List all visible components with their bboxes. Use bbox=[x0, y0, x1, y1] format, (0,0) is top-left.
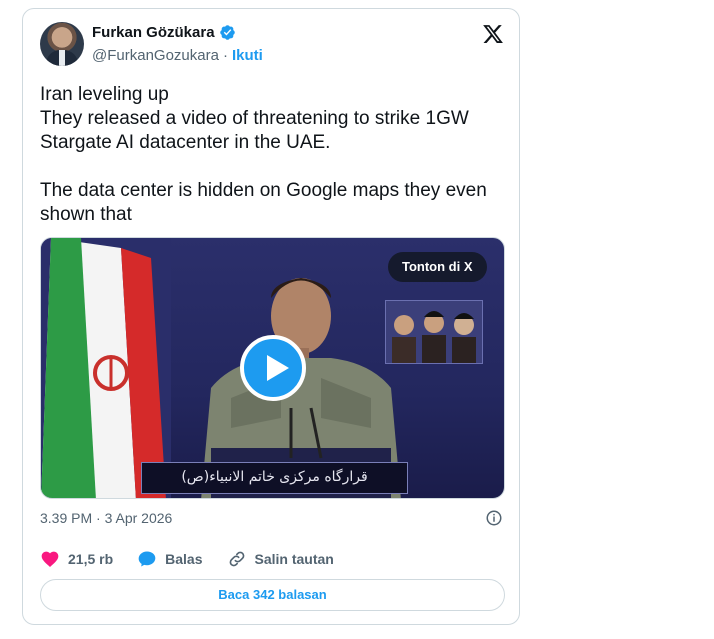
tweet-line: Iran leveling up bbox=[40, 84, 169, 105]
link-icon bbox=[229, 551, 244, 567]
info-icon[interactable] bbox=[485, 509, 503, 527]
play-icon[interactable] bbox=[240, 335, 306, 401]
separator-dot: · bbox=[222, 47, 228, 64]
avatar[interactable] bbox=[40, 22, 84, 66]
author-name[interactable]: Furkan Gözükara bbox=[92, 24, 215, 41]
x-logo-icon[interactable] bbox=[482, 23, 504, 45]
author-handle-row: @FurkanGozukara · Ikuti bbox=[92, 47, 263, 64]
author-handle[interactable]: @FurkanGozukara bbox=[92, 47, 219, 64]
portraits-image bbox=[385, 300, 483, 364]
copy-link-action[interactable]: Salin tautan bbox=[227, 549, 334, 569]
reply-label: Balas bbox=[165, 551, 203, 567]
reply-action[interactable]: Balas bbox=[137, 549, 203, 569]
author-name-row: Furkan Gözükara bbox=[92, 24, 236, 41]
heart-icon bbox=[41, 551, 59, 567]
tweet-text: Iran leveling up They released a video o… bbox=[40, 83, 510, 227]
iran-flag-image bbox=[41, 238, 171, 498]
like-count: 21,5 rb bbox=[68, 551, 114, 567]
video-banner: قرارگاه مرکزی خاتم الانبیاء(ص) bbox=[141, 462, 408, 494]
video-media[interactable]: قرارگاه مرکزی خاتم الانبیاء(ص) Tonton di… bbox=[40, 237, 505, 499]
read-replies-button[interactable]: Baca 342 balasan bbox=[40, 579, 505, 611]
follow-button[interactable]: Ikuti bbox=[232, 47, 263, 64]
speech-bubble-icon bbox=[138, 551, 156, 567]
avatar-shirt bbox=[59, 50, 65, 66]
tweet-timestamp[interactable]: 3.39 PM · 3 Apr 2026 bbox=[40, 510, 172, 526]
verified-badge-icon bbox=[219, 25, 235, 40]
watch-on-x-button[interactable]: Tonton di X bbox=[388, 252, 487, 282]
tweet-line: They released a video of threatening to … bbox=[40, 108, 469, 153]
copy-link-label: Salin tautan bbox=[254, 551, 334, 567]
like-action[interactable]: 21,5 rb bbox=[40, 549, 113, 569]
tweet-card: Furkan Gözükara @FurkanGozukara · Ikuti … bbox=[22, 8, 520, 625]
action-bar: 21,5 rb Balas Salin tautan bbox=[40, 549, 358, 569]
portraits-icon bbox=[392, 311, 476, 363]
tweet-line: The data center is hidden on Google maps… bbox=[40, 180, 487, 225]
